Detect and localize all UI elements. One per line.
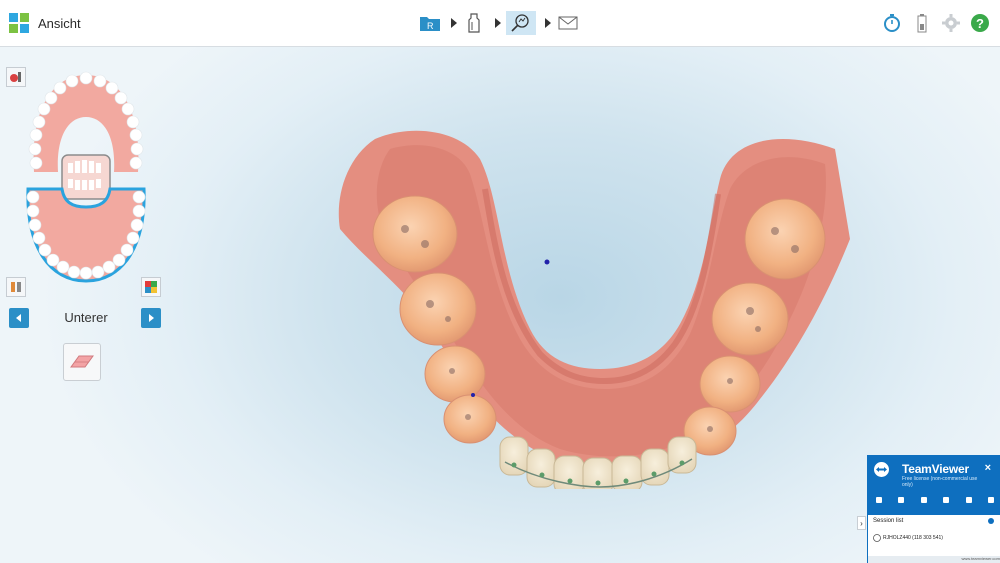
close-icon[interactable]: × [985, 462, 991, 474]
jaw-navigator-icon[interactable] [24, 67, 149, 292]
teamviewer-expand-button[interactable]: › [857, 516, 866, 530]
video-icon[interactable] [876, 497, 882, 503]
color-tool-icon[interactable] [141, 277, 161, 297]
teamviewer-header: TeamViewer Free license (non-commercial … [868, 455, 1000, 515]
workflow-arrow [545, 18, 551, 28]
scan-viewport[interactable]: Unterer [0, 47, 1000, 563]
remote-icon[interactable] [898, 497, 905, 503]
collapse-icon[interactable] [987, 497, 994, 503]
files-icon[interactable] [943, 497, 950, 503]
eraser-icon [70, 355, 94, 368]
session-name: RJHOLZ440 (118 303 541) [883, 535, 943, 541]
teamviewer-subtitle: Free license (non-commercial use only) [902, 476, 978, 488]
next-jaw-button[interactable] [141, 308, 161, 328]
battery-icon [911, 12, 933, 34]
workflow-steps: R [418, 11, 583, 35]
magnify-icon[interactable] [506, 11, 536, 35]
tools-icon[interactable] [965, 497, 972, 503]
teamviewer-footer: www.teamviewer.com [868, 556, 1000, 563]
prev-jaw-button[interactable] [9, 308, 29, 328]
chat-icon[interactable] [920, 497, 927, 503]
dental-scan-model[interactable] [330, 119, 860, 489]
app-title: Ansicht [38, 16, 81, 31]
svg-text:R: R [427, 21, 434, 31]
eye-icon[interactable] [988, 518, 994, 524]
bite-tool-icon[interactable] [6, 277, 26, 297]
teamviewer-toolbar [876, 497, 994, 507]
scanner-icon[interactable] [462, 11, 486, 35]
upper-jaw-tool-icon[interactable] [6, 67, 26, 87]
stopwatch-icon[interactable] [881, 12, 903, 34]
jaw-label: Unterer [64, 310, 108, 325]
top-bar: Ansicht R ? [0, 0, 1000, 47]
teamviewer-panel: TeamViewer Free license (non-commercial … [867, 455, 1000, 563]
help-icon[interactable]: ? [969, 12, 991, 34]
app-grid-icon[interactable] [9, 13, 29, 33]
svg-text:?: ? [976, 16, 984, 31]
session-row[interactable]: RJHOLZ440 (118 303 541) [873, 532, 995, 546]
workflow-arrow [495, 18, 501, 28]
folder-r-icon[interactable]: R [418, 11, 442, 35]
teamviewer-logo-icon [874, 462, 889, 477]
session-list-label[interactable]: Session list [873, 518, 903, 524]
envelope-icon[interactable] [556, 11, 580, 35]
user-icon [873, 534, 881, 542]
eraser-button[interactable] [63, 343, 101, 381]
gear-icon[interactable] [940, 12, 962, 34]
teamviewer-title: TeamViewer [902, 462, 969, 476]
workflow-arrow [451, 18, 457, 28]
